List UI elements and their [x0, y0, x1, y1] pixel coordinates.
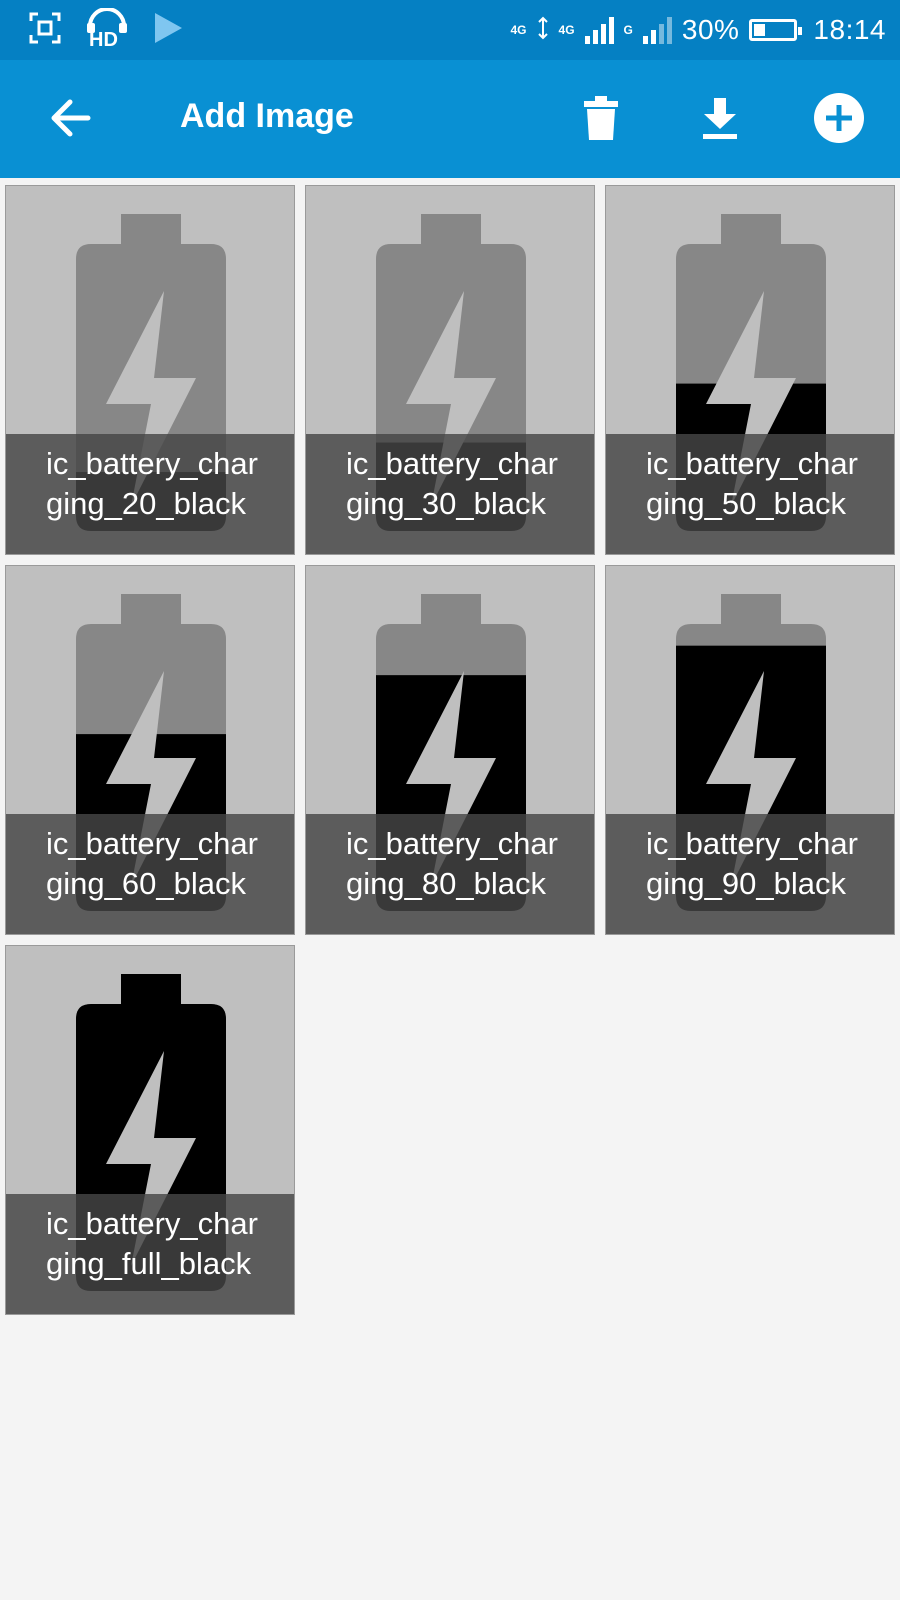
image-tile[interactable]: ic_battery_charging_full_black — [5, 945, 295, 1315]
network-type-label-2: 4G — [558, 23, 575, 37]
image-label: ic_battery_charging_80_black — [306, 814, 594, 934]
play-store-icon — [152, 11, 184, 50]
image-tile[interactable]: ic_battery_charging_50_black — [605, 185, 895, 555]
image-tile[interactable]: ic_battery_charging_90_black — [605, 565, 895, 935]
delete-button[interactable] — [571, 90, 631, 150]
image-label: ic_battery_charging_30_black — [306, 434, 594, 554]
hd-voice-icon: HD — [84, 6, 130, 53]
image-label: ic_battery_charging_full_black — [6, 1194, 294, 1314]
image-grid: ic_battery_charging_20_black ic_battery_… — [5, 185, 895, 1315]
svg-text:HD: HD — [89, 29, 118, 48]
image-label: ic_battery_charging_90_black — [606, 814, 894, 934]
signal-strength-icon-2 — [642, 16, 672, 44]
image-label: ic_battery_charging_60_black — [6, 814, 294, 934]
add-button[interactable] — [809, 90, 869, 150]
network-type-label: 4G — [510, 23, 527, 37]
battery-icon — [749, 19, 803, 41]
app-bar: Add Image — [0, 60, 900, 178]
trash-icon — [582, 95, 620, 146]
screenshot-icon — [28, 11, 62, 50]
page-title: Add Image — [180, 97, 354, 135]
download-button[interactable] — [690, 90, 750, 150]
back-button[interactable] — [40, 90, 100, 150]
arrow-back-icon — [48, 98, 92, 143]
image-tile[interactable]: ic_battery_charging_30_black — [305, 185, 595, 555]
clock: 18:14 — [813, 14, 886, 45]
battery-level-fill — [754, 24, 766, 36]
image-tile[interactable]: ic_battery_charging_20_black — [5, 185, 295, 555]
image-tile[interactable]: ic_battery_charging_60_black — [5, 565, 295, 935]
network-type-label-3: G — [623, 23, 633, 37]
data-arrows-icon — [537, 16, 549, 45]
image-label: ic_battery_charging_20_black — [6, 434, 294, 554]
status-bar: HD 4G 4G G 30% 18:14 — [0, 0, 900, 60]
battery-percent-text: 30% — [681, 14, 740, 45]
image-tile[interactable]: ic_battery_charging_80_black — [305, 565, 595, 935]
status-left-icons: HD — [28, 6, 184, 53]
status-right-icons: 4G 4G G 30% 18:14 — [511, 10, 887, 50]
signal-strength-icon-1 — [584, 16, 614, 44]
image-label: ic_battery_charging_50_black — [606, 434, 894, 554]
download-icon — [700, 96, 740, 145]
add-circle-icon — [813, 92, 865, 149]
